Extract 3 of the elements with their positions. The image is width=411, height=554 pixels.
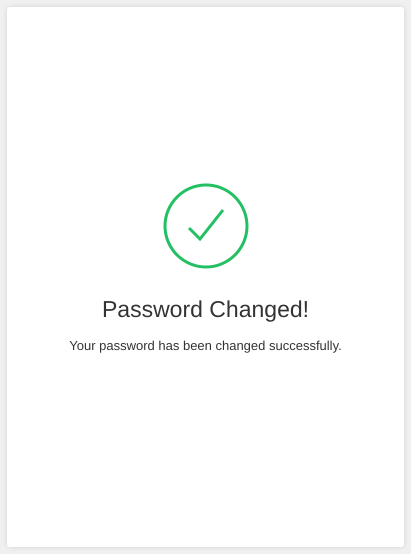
success-title: Password Changed! — [102, 295, 310, 323]
check-circle-icon — [162, 183, 248, 269]
success-message: Your password has been changed successfully. — [69, 337, 342, 355]
